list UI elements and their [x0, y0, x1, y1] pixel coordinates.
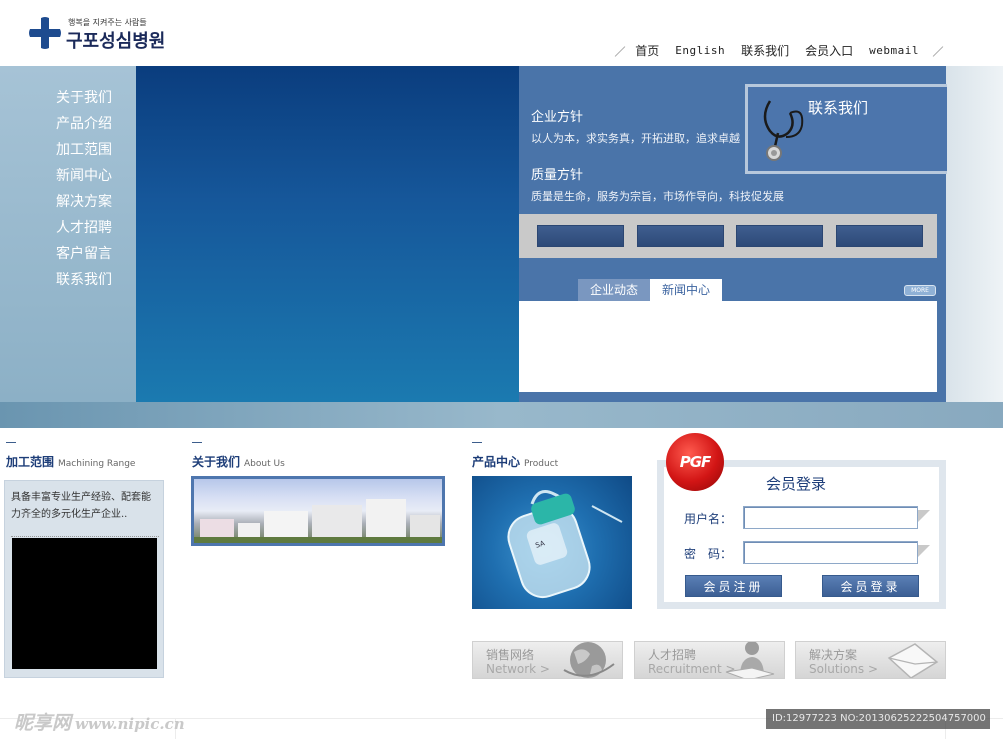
enterprise-policy-text: 以人为本，求实务真，开拓进取，追求卓越 — [531, 132, 740, 145]
page: 행복을 지켜주는 사람들 구포성심병원 首页 English 联系我们 会员入口… — [0, 0, 1003, 739]
nav-divider — [609, 44, 627, 58]
product-title[interactable]: 产品中心 — [472, 455, 520, 469]
quicklink-solutions[interactable]: 解决方案 Solutions > — [795, 641, 946, 679]
product-heading: 产品中心 Product — [472, 442, 558, 470]
quicklink-recruitment-cn: 人才招聘 — [648, 648, 697, 662]
about-photo[interactable] — [191, 476, 445, 546]
sidebar-item-news[interactable]: 新闻中心 — [56, 166, 112, 192]
quicklink-solutions-en: Solutions > — [809, 662, 879, 676]
product-photo[interactable]: SA — [472, 476, 632, 609]
globe-icon — [563, 642, 615, 678]
quicklink-network-cn: 销售网络 — [486, 648, 535, 662]
quality-policy-text: 质量是生命，服务为宗旨，市场作导向，科技促发展 — [531, 190, 784, 203]
machining-heading: 加工范围 Machining Range — [6, 442, 135, 470]
login-title: 会员登录 — [766, 475, 827, 493]
sidebar-item-machining[interactable]: 加工范围 — [56, 140, 112, 166]
sidebar-item-messages[interactable]: 客户留言 — [56, 244, 112, 270]
hero-band-bottom — [0, 402, 1003, 428]
pgf-badge: PGF — [666, 433, 724, 491]
watermark: 昵享网 www.nipic.cn — [14, 708, 185, 735]
quicklink-network-en: Network > — [486, 662, 550, 676]
quicklink-network[interactable]: 销售网络 Network > — [472, 641, 623, 679]
tab-company-news[interactable]: 企业动态 — [578, 279, 651, 301]
register-button[interactable]: 会员注册 — [685, 575, 782, 597]
heading-dash — [472, 442, 482, 443]
username-input[interactable] — [743, 506, 918, 529]
strip-button-3[interactable] — [736, 225, 823, 247]
nav-divider — [927, 44, 945, 58]
password-arrow — [918, 545, 930, 557]
person-icon — [725, 642, 775, 678]
cross-logo-icon — [29, 17, 61, 49]
nav-contact[interactable]: 联系我们 — [741, 42, 789, 59]
hero-banner — [136, 66, 519, 402]
machining-box: 具备丰富专业生产经验、配套能力齐全的多元化生产企业.. — [4, 480, 164, 678]
heading-dash — [192, 442, 202, 443]
more-button[interactable]: MORE — [904, 285, 936, 296]
nav-home[interactable]: 首页 — [635, 42, 659, 59]
enterprise-policy: 企业方针 以人为本，求实务真，开拓进取，追求卓越 — [531, 106, 740, 146]
about-heading: 关于我们 About Us — [192, 442, 285, 470]
password-label: 密 码： — [684, 547, 733, 561]
machining-text[interactable]: 具备丰富专业生产经验、配套能力齐全的多元化生产企业.. — [11, 489, 159, 537]
sidebar-item-jobs[interactable]: 人才招聘 — [56, 218, 112, 244]
product-subtitle: Product — [524, 459, 559, 469]
strip-button-1[interactable] — [537, 225, 624, 247]
news-list — [519, 301, 937, 392]
login-button[interactable]: 会员登录 — [822, 575, 919, 597]
quicklink-solutions-cn: 解决方案 — [809, 648, 858, 662]
image-id-bar: ID:12977223 NO:20130625222504757000 — [766, 709, 990, 729]
envelope-icon — [887, 643, 939, 678]
news-tabs: 企业动态 新闻中心 — [578, 279, 723, 301]
sidebar-item-products[interactable]: 产品介绍 — [56, 114, 112, 140]
contact-box[interactable]: 联系我们 — [745, 84, 947, 174]
top-nav: 首页 English 联系我们 会员入口 webmail — [609, 42, 945, 59]
about-title[interactable]: 关于我们 — [192, 455, 240, 469]
machining-subtitle: Machining Range — [58, 459, 136, 469]
password-input[interactable] — [743, 541, 918, 564]
watermark-name: 昵享网 — [14, 712, 72, 734]
strip-button-2[interactable] — [637, 225, 724, 247]
username-label: 用户名： — [684, 512, 733, 526]
hero-band-right — [946, 66, 1003, 402]
machining-title[interactable]: 加工范围 — [6, 455, 54, 469]
sidebar-item-about[interactable]: 关于我们 — [56, 88, 112, 114]
heading-dash — [6, 442, 16, 443]
button-strip — [519, 214, 937, 258]
side-nav: 关于我们 产品介绍 加工范围 新闻中心 解决方案 人才招聘 客户留言 联系我们 — [0, 66, 136, 402]
nav-english[interactable]: English — [675, 44, 725, 57]
nav-webmail[interactable]: webmail — [869, 44, 919, 57]
sidebar-item-contact[interactable]: 联系我们 — [56, 270, 112, 296]
stethoscope-icon — [763, 100, 804, 161]
username-arrow — [918, 510, 930, 522]
sidebar-item-solutions[interactable]: 解决方案 — [56, 192, 112, 218]
nav-member[interactable]: 会员入口 — [805, 42, 853, 59]
logo-name: 구포성심병원 — [66, 31, 166, 52]
machining-video[interactable] — [12, 538, 157, 669]
logo[interactable]: 행복을 지켜주는 사람들 구포성심병원 — [28, 14, 188, 54]
contact-title: 联系我们 — [808, 99, 869, 117]
enterprise-policy-title: 企业方针 — [531, 110, 584, 125]
info-panel: 企业方针 以人为本，求实务真，开拓进取，追求卓越 质量方针 质量是生命，服务为宗… — [519, 66, 947, 402]
tab-news-center[interactable]: 新闻中心 — [650, 279, 723, 301]
strip-button-4[interactable] — [836, 225, 923, 247]
product-device-icon: SA — [507, 490, 623, 599]
about-subtitle: About Us — [244, 459, 285, 469]
watermark-url: www.nipic.cn — [75, 715, 185, 733]
quicklink-recruitment[interactable]: 人才招聘 Recruitment > — [634, 641, 785, 679]
